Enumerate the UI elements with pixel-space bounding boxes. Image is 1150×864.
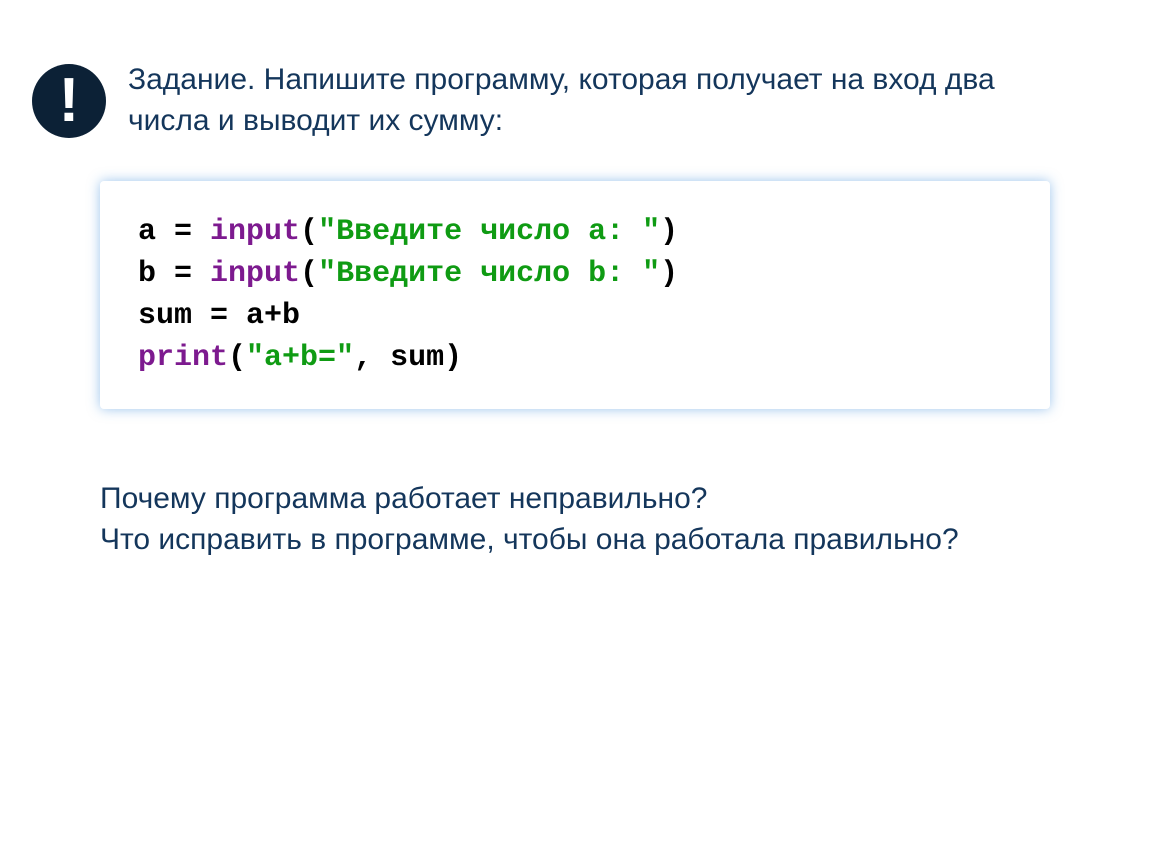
code-keyword: input [210, 257, 300, 291]
code-paren: ) [660, 257, 678, 291]
code-op: = [174, 257, 210, 291]
code-op: = [174, 215, 210, 249]
code-paren: ( [228, 341, 246, 375]
code-string: "Введите число b: " [318, 257, 660, 291]
code-line-1: a = input("Введите число a: ") [138, 211, 1012, 253]
questions-block: Почему программа работает неправильно? Ч… [100, 479, 1000, 560]
code-arg: , sum [354, 341, 444, 375]
code-paren: ( [300, 215, 318, 249]
code-keyword: print [138, 341, 228, 375]
code-block: a = input("Введите число a: ") b = input… [100, 181, 1050, 409]
question-1: Почему программа работает неправильно? [100, 479, 1000, 520]
code-paren: ) [660, 215, 678, 249]
code-string: "a+b=" [246, 341, 354, 375]
code-string: "Введите число a: " [318, 215, 660, 249]
code-paren: ) [444, 341, 462, 375]
code-keyword: input [210, 215, 300, 249]
task-description: Задание. Напишите программу, которая пол… [128, 60, 1048, 141]
code-line-3: sum = a+b [138, 295, 1012, 337]
exclamation-mark-glyph: ! [59, 70, 80, 132]
question-2: Что исправить в программе, чтобы она раб… [100, 520, 1000, 561]
code-line-2: b = input("Введите число b: ") [138, 253, 1012, 295]
code-expr: sum = a+b [138, 299, 300, 333]
task-header: ! Задание. Напишите программу, которая п… [32, 60, 1150, 141]
code-var: a [138, 215, 174, 249]
code-var: b [138, 257, 174, 291]
code-line-4: print("a+b=", sum) [138, 337, 1012, 379]
code-paren: ( [300, 257, 318, 291]
exclamation-icon: ! [32, 64, 106, 138]
